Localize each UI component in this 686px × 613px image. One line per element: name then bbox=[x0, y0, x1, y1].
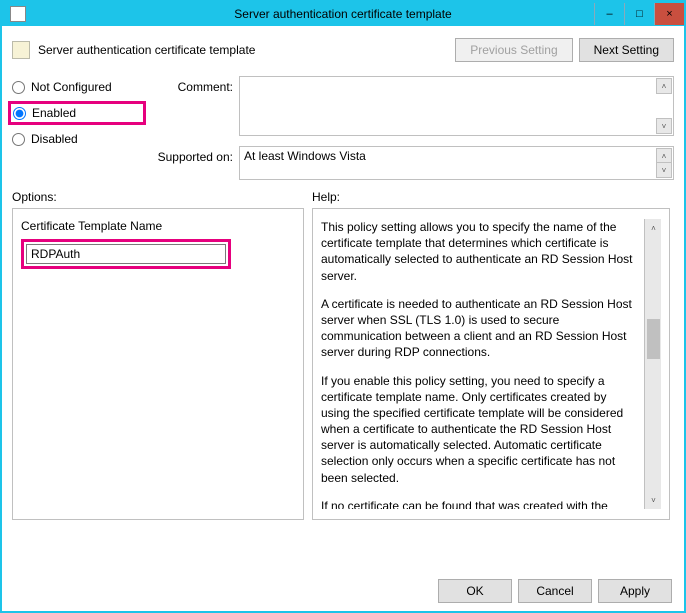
maximize-button[interactable]: □ bbox=[624, 3, 654, 25]
scroll-up-icon[interactable]: ˄ bbox=[656, 78, 672, 94]
help-paragraph: If no certificate can be found that was … bbox=[321, 498, 638, 509]
previous-setting-button[interactable]: Previous Setting bbox=[455, 38, 572, 62]
radio-disabled[interactable]: Disabled bbox=[12, 132, 132, 146]
close-button[interactable]: × bbox=[654, 3, 684, 25]
options-pane: Certificate Template Name bbox=[12, 208, 304, 520]
certificate-template-name-input[interactable] bbox=[26, 244, 226, 264]
minimize-button[interactable]: – bbox=[594, 3, 624, 25]
page-title: Server authentication certificate templa… bbox=[38, 43, 255, 57]
ok-button[interactable]: OK bbox=[438, 579, 512, 603]
help-paragraph: If you enable this policy setting, you n… bbox=[321, 373, 638, 486]
app-icon bbox=[10, 6, 26, 22]
help-scrollbar[interactable]: ˄ ˅ bbox=[644, 219, 661, 509]
comment-input[interactable] bbox=[240, 77, 655, 135]
options-section-label: Options: bbox=[12, 190, 312, 204]
help-text: This policy setting allows you to specif… bbox=[321, 219, 644, 509]
policy-icon bbox=[12, 41, 30, 59]
scroll-down-icon[interactable]: ˅ bbox=[656, 162, 672, 178]
supported-on-box: ˄ ˅ bbox=[239, 146, 674, 180]
dialog-footer: OK Cancel Apply bbox=[2, 571, 684, 603]
help-pane: This policy setting allows you to specif… bbox=[312, 208, 670, 520]
radio-not-configured-label: Not Configured bbox=[31, 80, 112, 94]
scrollbar-thumb[interactable] bbox=[647, 319, 660, 359]
certificate-template-name-label: Certificate Template Name bbox=[21, 219, 295, 233]
cancel-button[interactable]: Cancel bbox=[518, 579, 592, 603]
comment-label: Comment: bbox=[138, 80, 233, 94]
scroll-up-icon[interactable]: ˄ bbox=[646, 220, 661, 236]
window-controls: – □ × bbox=[594, 3, 684, 25]
radio-disabled-label: Disabled bbox=[31, 132, 78, 146]
radio-enabled-label: Enabled bbox=[32, 106, 76, 120]
help-paragraph: A certificate is needed to authenticate … bbox=[321, 296, 638, 361]
scroll-down-icon[interactable]: ˅ bbox=[646, 492, 661, 508]
next-setting-button[interactable]: Next Setting bbox=[579, 38, 674, 62]
radio-disabled-input[interactable] bbox=[12, 133, 25, 146]
window-title: Server authentication certificate templa… bbox=[234, 7, 451, 21]
scroll-down-icon[interactable]: ˅ bbox=[656, 118, 672, 134]
help-paragraph: This policy setting allows you to specif… bbox=[321, 219, 638, 284]
title-bar: Server authentication certificate templa… bbox=[2, 2, 684, 26]
radio-not-configured-input[interactable] bbox=[12, 81, 25, 94]
radio-enabled[interactable]: Enabled bbox=[8, 101, 146, 125]
radio-enabled-input[interactable] bbox=[13, 107, 26, 120]
state-radio-group: Not Configured Enabled Disabled bbox=[12, 76, 132, 180]
apply-button[interactable]: Apply bbox=[598, 579, 672, 603]
supported-on-text bbox=[240, 147, 655, 179]
help-section-label: Help: bbox=[312, 190, 340, 204]
supported-on-label: Supported on: bbox=[138, 150, 233, 180]
comment-textarea[interactable]: ˄ ˅ bbox=[239, 76, 674, 136]
radio-not-configured[interactable]: Not Configured bbox=[12, 80, 132, 94]
